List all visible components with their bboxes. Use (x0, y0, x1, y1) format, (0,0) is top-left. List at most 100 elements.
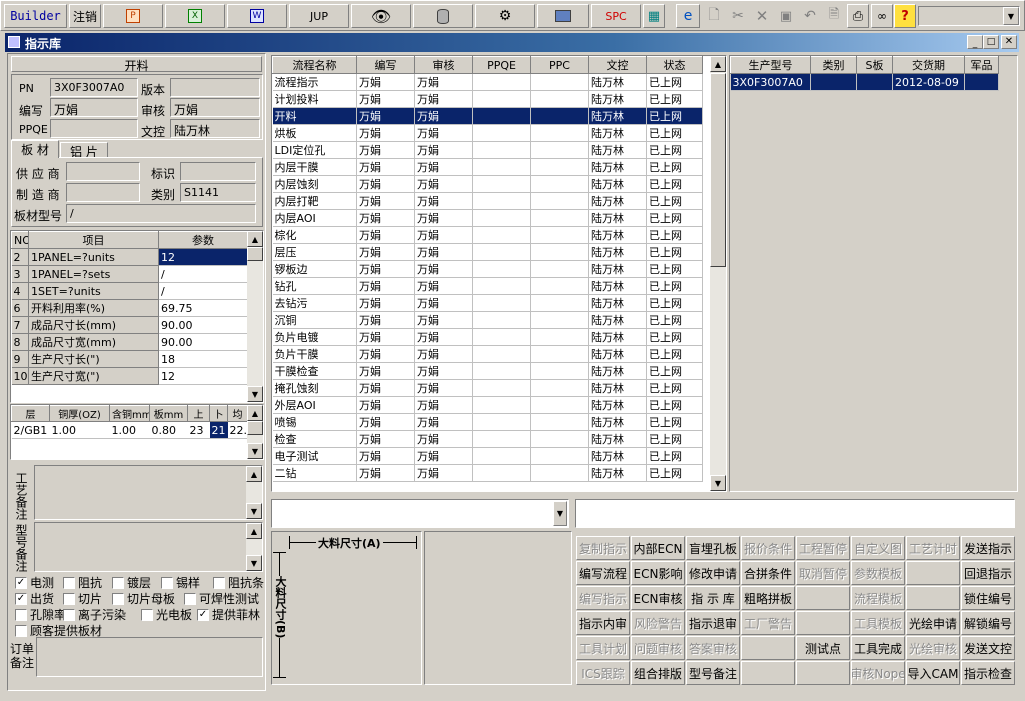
action-button[interactable]: 指示退审 (686, 611, 740, 635)
param-value[interactable]: 90.00 (158, 316, 248, 334)
process-select[interactable]: ▼ (271, 499, 569, 528)
checkbox-option[interactable]: 锡样 (161, 574, 200, 591)
reviewer-field[interactable]: 万娟 (170, 98, 260, 117)
product-row[interactable]: 3X0F3007A0 2012-08-09 (730, 73, 999, 91)
process-row[interactable]: 去钻污 万娟 万娟 陆万林 已上网 (272, 294, 703, 312)
process-row[interactable]: 计划投料 万娟 万娟 陆万林 已上网 (272, 90, 703, 108)
checkbox-option[interactable]: ✓ 提供菲林 (197, 606, 260, 623)
process-row[interactable]: 负片干膜 万娟 万娟 陆万林 已上网 (272, 345, 703, 363)
action-button[interactable]: ECN影响 (631, 561, 685, 585)
process-col-header[interactable]: 编写 (356, 56, 415, 74)
checkbox-option[interactable]: 阻抗 (63, 574, 102, 591)
process-row[interactable]: 外层AOI 万娟 万娟 陆万林 已上网 (272, 396, 703, 414)
action-button[interactable]: ICS跟踪 (576, 661, 630, 685)
process-row[interactable]: LDI定位孔 万娟 万娟 陆万林 已上网 (272, 141, 703, 159)
checkbox-box[interactable] (63, 608, 75, 621)
mark-field[interactable] (180, 162, 256, 181)
board-type-field[interactable]: / (66, 204, 256, 223)
checkbox-box[interactable] (161, 576, 173, 589)
process-row[interactable]: 锣板边 万娟 万娟 陆万林 已上网 (272, 260, 703, 278)
param-value[interactable]: / (158, 282, 248, 300)
doc-control-field[interactable]: 陆万林 (170, 119, 260, 138)
chevron-down-icon[interactable]: ▼ (1003, 7, 1019, 25)
process-row[interactable]: 二钻 万娟 万娟 陆万林 已上网 (272, 464, 703, 482)
action-button[interactable]: 锁住编号 (961, 586, 1015, 610)
model-note-field[interactable]: ▲ ▼ (34, 522, 263, 572)
checkbox-box[interactable] (112, 576, 124, 589)
process-row[interactable]: 内层干膜 万娟 万娟 陆万林 已上网 (272, 158, 703, 176)
process-row[interactable]: 负片电镀 万娟 万娟 陆万林 已上网 (272, 328, 703, 346)
model-note-scrollbar[interactable]: ▲ ▼ (246, 523, 262, 571)
action-button[interactable] (741, 661, 795, 685)
scroll-down-icon[interactable]: ▼ (246, 555, 262, 571)
layer-cell[interactable]: 1.00 (49, 421, 110, 439)
action-button[interactable]: 发送文控 (961, 636, 1015, 660)
layer-cell[interactable]: 0.80 (149, 421, 188, 439)
product-col-header[interactable]: 生产型号 (730, 56, 811, 74)
action-button[interactable]: 指示检查 (961, 661, 1015, 685)
params-scrollbar[interactable]: ▲ ▼ (247, 231, 263, 402)
product-col-header[interactable]: 军品 (964, 56, 999, 74)
process-row[interactable]: 流程指示 万娟 万娟 陆万林 已上网 (272, 73, 703, 91)
order-note-field[interactable] (36, 637, 263, 677)
action-button[interactable]: 工具模板 (851, 611, 905, 635)
action-button[interactable]: 流程模板 (851, 586, 905, 610)
action-button[interactable]: 问题审核 (631, 636, 685, 660)
action-button[interactable]: 复制指示 (576, 536, 630, 560)
checkbox-option[interactable]: 可焊性测试 (184, 590, 259, 607)
process-row[interactable]: 沉铜 万娟 万娟 陆万林 已上网 (272, 311, 703, 329)
cut-icon[interactable]: ✂ (727, 4, 749, 28)
action-button[interactable]: 组合排版 (631, 661, 685, 685)
internet-icon[interactable]: e (676, 4, 700, 28)
chevron-down-icon[interactable]: ▼ (553, 501, 567, 526)
action-button[interactable]: 修改申请 (686, 561, 740, 585)
version-field[interactable] (170, 78, 260, 97)
process-row[interactable]: 烘板 万娟 万娟 陆万林 已上网 (272, 124, 703, 142)
powerpoint-icon[interactable]: P (103, 4, 163, 28)
process-col-header[interactable]: 流程名称 (272, 56, 357, 74)
param-row[interactable]: 8 成品尺寸宽(mm) 90.00 (11, 333, 248, 351)
scroll-up-icon[interactable]: ▲ (246, 523, 262, 539)
action-button[interactable]: 参数模板 (851, 561, 905, 585)
param-row[interactable]: 7 成品尺寸长(mm) 90.00 (11, 316, 248, 334)
action-button[interactable] (741, 636, 795, 660)
action-button[interactable]: 导入CAM (906, 661, 960, 685)
checkbox-box[interactable] (184, 592, 196, 605)
param-row[interactable]: 6 开料利用率(%) 69.75 (11, 299, 248, 317)
category-field[interactable]: S1141 (180, 183, 256, 202)
process-row[interactable]: 内层AOI 万娟 万娟 陆万林 已上网 (272, 209, 703, 227)
process-row[interactable]: 内层蚀刻 万娟 万娟 陆万林 已上网 (272, 175, 703, 193)
help-icon[interactable]: ? (894, 4, 916, 28)
product-col-header[interactable]: 交货期 (892, 56, 965, 74)
chart-icon[interactable]: ▦ (643, 4, 665, 28)
action-button[interactable]: 风险警告 (631, 611, 685, 635)
process-col-header[interactable]: PPC (530, 56, 589, 74)
param-value[interactable]: / (158, 265, 248, 283)
checkbox-option[interactable]: ✓ 电测 (15, 574, 54, 591)
scroll-down-icon[interactable]: ▼ (247, 386, 263, 402)
action-button[interactable]: 自定义图 (851, 536, 905, 560)
logout-button[interactable]: 注销 (69, 4, 101, 28)
minimize-button[interactable]: _ (967, 35, 983, 49)
param-row[interactable]: 3 1PANEL=?sets / (11, 265, 248, 283)
scroll-up-icon[interactable]: ▲ (247, 405, 263, 421)
param-value[interactable]: 90.00 (158, 333, 248, 351)
action-button[interactable]: 编写流程 (576, 561, 630, 585)
process-col-header[interactable]: PPQE (472, 56, 531, 74)
checkbox-box[interactable] (141, 608, 153, 621)
checkbox-box[interactable] (63, 592, 75, 605)
action-button[interactable] (796, 586, 850, 610)
action-button[interactable]: 回退指示 (961, 561, 1015, 585)
new-file-icon[interactable]: 🗋 (703, 4, 725, 28)
action-button[interactable]: 指 示 库 (686, 586, 740, 610)
action-button[interactable]: 粗略拼板 (741, 586, 795, 610)
param-value[interactable]: 12 (158, 367, 248, 385)
builder-button[interactable]: Builder (4, 4, 67, 28)
eye-icon[interactable]: 👁 (351, 4, 411, 28)
action-button[interactable]: 工艺计时 (906, 536, 960, 560)
action-button[interactable]: 编写指示 (576, 586, 630, 610)
scroll-up-icon[interactable]: ▲ (710, 56, 726, 72)
maker-field[interactable] (66, 183, 140, 202)
process-row[interactable]: 干膜检查 万娟 万娟 陆万林 已上网 (272, 362, 703, 380)
action-button[interactable]: 答案审核 (686, 636, 740, 660)
